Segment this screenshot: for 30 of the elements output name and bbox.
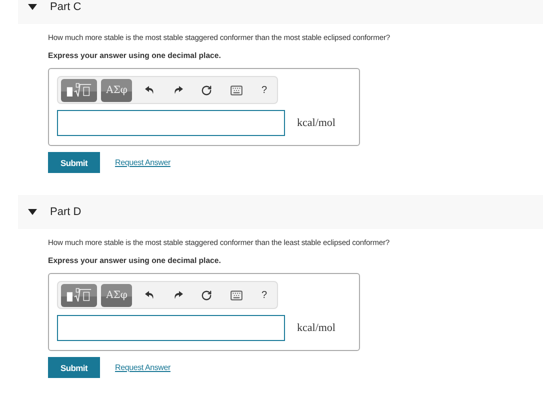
keyboard-icon[interactable] (230, 288, 244, 302)
answer-field[interactable] (57, 110, 285, 136)
unit-label: kcal/mol (297, 322, 336, 334)
part-header[interactable]: Part D (18, 195, 543, 229)
caret-icon (28, 4, 37, 10)
undo-icon[interactable] (145, 290, 156, 300)
reset-icon[interactable] (201, 290, 212, 300)
redo-icon[interactable] (173, 85, 184, 95)
submit-button[interactable]: Submit (48, 357, 100, 378)
template-button[interactable] (61, 284, 97, 306)
radical-template-icon (66, 82, 92, 98)
undo-icon[interactable] (145, 85, 156, 95)
symbols-button[interactable]: ΑΣφ (101, 284, 132, 306)
redo-icon[interactable] (173, 290, 184, 300)
request-answer-link[interactable]: Request Answer (115, 158, 170, 167)
part-title: Part D (50, 206, 82, 218)
help-button[interactable]: ? (261, 84, 267, 96)
unit-label: kcal/mol (297, 117, 336, 129)
radical-template-icon (66, 287, 92, 303)
answer-field[interactable] (57, 315, 285, 341)
template-button[interactable] (61, 78, 97, 102)
part-header[interactable]: Part C (18, 0, 543, 24)
help-button[interactable]: ? (261, 290, 267, 300)
symbols-button[interactable]: ΑΣφ (101, 78, 132, 102)
reset-icon[interactable] (201, 84, 212, 96)
keyboard-icon[interactable] (230, 84, 244, 96)
submit-button[interactable]: Submit (48, 152, 100, 173)
request-answer-link[interactable]: Request Answer (115, 363, 170, 372)
caret-icon (28, 209, 37, 215)
part-title: Part C (50, 1, 82, 13)
